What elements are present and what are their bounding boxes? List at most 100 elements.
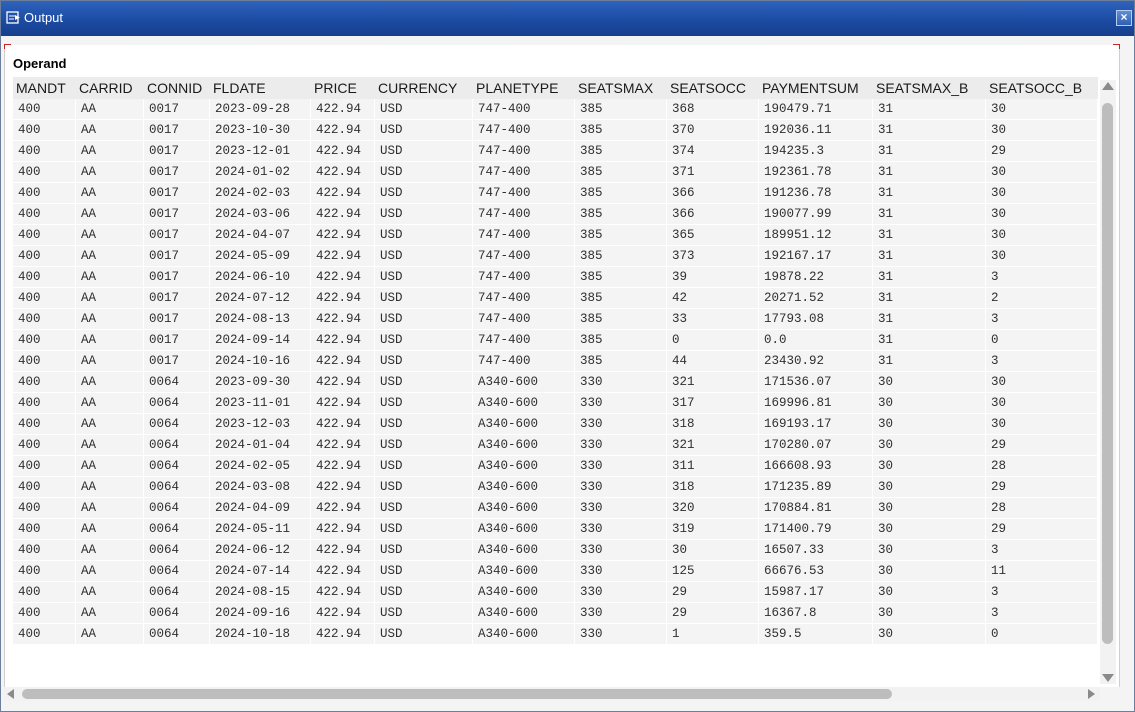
table-cell-paymentsum[interactable]: 20271.52	[759, 288, 873, 309]
table-cell-fldate[interactable]: 2023-12-01	[210, 141, 311, 162]
table-cell-fldate[interactable]: 2024-04-09	[210, 498, 311, 519]
table-row[interactable]: 400 AA 0017 2024-10-16 422.94 USD 747-400 385 44…	[13, 351, 1098, 372]
table-cell-seatsmax[interactable]: 330	[575, 603, 667, 624]
table-cell-seatsmax-b[interactable]: 31	[873, 120, 986, 141]
table-cell-seatsocc-b[interactable]: 0	[986, 330, 1098, 351]
table-cell-mandt[interactable]: 400	[13, 519, 76, 540]
table-cell-mandt[interactable]: 400	[13, 225, 76, 246]
table-cell-planetype[interactable]: A340-600	[473, 456, 575, 477]
table-cell-planetype[interactable]: A340-600	[473, 372, 575, 393]
table-row[interactable]: 400 AA 0017 2024-05-09 422.94 USD 747-400 385 37…	[13, 246, 1098, 267]
table-cell-fldate[interactable]: 2024-03-06	[210, 204, 311, 225]
table-cell-connid[interactable]: 0064	[144, 372, 210, 393]
table-cell-price[interactable]: 422.94	[311, 288, 375, 309]
table-cell-planetype[interactable]: 747-400	[473, 225, 575, 246]
table-cell-currency[interactable]: USD	[375, 603, 473, 624]
table-cell-seatsmax[interactable]: 330	[575, 498, 667, 519]
table-cell-price[interactable]: 422.94	[311, 561, 375, 582]
table-cell-seatsocc[interactable]: 321	[667, 372, 759, 393]
table-cell-planetype[interactable]: 747-400	[473, 309, 575, 330]
table-cell-currency[interactable]: USD	[375, 288, 473, 309]
table-cell-mandt[interactable]: 400	[13, 120, 76, 141]
table-cell-seatsmax[interactable]: 330	[575, 477, 667, 498]
table-cell-fldate[interactable]: 2024-01-04	[210, 435, 311, 456]
scroll-up-arrow-icon[interactable]	[1102, 82, 1114, 90]
table-cell-currency[interactable]: USD	[375, 435, 473, 456]
table-cell-planetype[interactable]: A340-600	[473, 561, 575, 582]
table-cell-planetype[interactable]: 747-400	[473, 267, 575, 288]
table-cell-mandt[interactable]: 400	[13, 288, 76, 309]
table-cell-price[interactable]: 422.94	[311, 582, 375, 603]
table-cell-planetype[interactable]: 747-400	[473, 330, 575, 351]
table-row[interactable]: 400 AA 0064 2024-06-12 422.94 USD A340-600 330 3…	[13, 540, 1098, 561]
table-cell-seatsocc-b[interactable]: 28	[986, 456, 1098, 477]
table-cell-paymentsum[interactable]: 16367.8	[759, 603, 873, 624]
table-cell-planetype[interactable]: A340-600	[473, 498, 575, 519]
table-cell-currency[interactable]: USD	[375, 372, 473, 393]
table-cell-currency[interactable]: USD	[375, 456, 473, 477]
table-cell-seatsmax-b[interactable]: 31	[873, 141, 986, 162]
table-cell-seatsocc-b[interactable]: 29	[986, 477, 1098, 498]
table-cell-mandt[interactable]: 400	[13, 99, 76, 120]
table-cell-carrid[interactable]: AA	[76, 624, 144, 645]
table-cell-fldate[interactable]: 2024-08-13	[210, 309, 311, 330]
table-cell-seatsmax-b[interactable]: 30	[873, 561, 986, 582]
table-cell-price[interactable]: 422.94	[311, 99, 375, 120]
table-cell-carrid[interactable]: AA	[76, 540, 144, 561]
table-cell-carrid[interactable]: AA	[76, 561, 144, 582]
table-cell-paymentsum[interactable]: 171235.89	[759, 477, 873, 498]
table-cell-mandt[interactable]: 400	[13, 393, 76, 414]
table-cell-seatsmax[interactable]: 385	[575, 99, 667, 120]
table-cell-seatsocc-b[interactable]: 3	[986, 351, 1098, 372]
close-button[interactable]: ×	[1116, 10, 1132, 26]
table-cell-planetype[interactable]: 747-400	[473, 288, 575, 309]
table-cell-paymentsum[interactable]: 169996.81	[759, 393, 873, 414]
table-cell-fldate[interactable]: 2024-01-02	[210, 162, 311, 183]
table-cell-mandt[interactable]: 400	[13, 204, 76, 225]
table-cell-seatsocc-b[interactable]: 30	[986, 120, 1098, 141]
table-cell-seatsmax[interactable]: 330	[575, 435, 667, 456]
table-cell-currency[interactable]: USD	[375, 309, 473, 330]
table-cell-seatsocc-b[interactable]: 29	[986, 141, 1098, 162]
table-cell-currency[interactable]: USD	[375, 183, 473, 204]
table-cell-connid[interactable]: 0017	[144, 351, 210, 372]
column-header-price[interactable]: PRICE	[311, 77, 375, 99]
table-cell-price[interactable]: 422.94	[311, 519, 375, 540]
table-cell-fldate[interactable]: 2024-06-12	[210, 540, 311, 561]
column-header-paymentsum[interactable]: PAYMENTSUM	[759, 77, 873, 99]
column-header-seatsocc[interactable]: SEATSOCC	[667, 77, 759, 99]
table-cell-mandt[interactable]: 400	[13, 561, 76, 582]
table-cell-seatsocc-b[interactable]: 3	[986, 267, 1098, 288]
table-cell-carrid[interactable]: AA	[76, 246, 144, 267]
table-cell-mandt[interactable]: 400	[13, 582, 76, 603]
table-cell-price[interactable]: 422.94	[311, 120, 375, 141]
table-cell-seatsocc[interactable]: 321	[667, 435, 759, 456]
table-cell-seatsocc[interactable]: 374	[667, 141, 759, 162]
column-header-currency[interactable]: CURRENCY	[375, 77, 473, 99]
table-cell-fldate[interactable]: 2024-07-12	[210, 288, 311, 309]
table-cell-fldate[interactable]: 2024-05-09	[210, 246, 311, 267]
table-cell-planetype[interactable]: A340-600	[473, 393, 575, 414]
table-cell-seatsocc-b[interactable]: 30	[986, 414, 1098, 435]
table-cell-carrid[interactable]: AA	[76, 99, 144, 120]
table-cell-paymentsum[interactable]: 170280.07	[759, 435, 873, 456]
horizontal-scrollbar[interactable]	[4, 687, 1100, 701]
table-cell-currency[interactable]: USD	[375, 351, 473, 372]
table-row[interactable]: 400 AA 0017 2024-03-06 422.94 USD 747-400 385 36…	[13, 204, 1098, 225]
table-cell-seatsocc[interactable]: 29	[667, 603, 759, 624]
table-cell-paymentsum[interactable]: 170884.81	[759, 498, 873, 519]
table-cell-seatsocc-b[interactable]: 30	[986, 204, 1098, 225]
scroll-down-arrow-icon[interactable]	[1102, 674, 1114, 682]
table-cell-seatsmax[interactable]: 330	[575, 561, 667, 582]
table-cell-mandt[interactable]: 400	[13, 246, 76, 267]
table-cell-fldate[interactable]: 2023-10-30	[210, 120, 311, 141]
table-cell-carrid[interactable]: AA	[76, 456, 144, 477]
table-cell-paymentsum[interactable]: 192361.78	[759, 162, 873, 183]
table-cell-paymentsum[interactable]: 15987.17	[759, 582, 873, 603]
window-titlebar[interactable]: Output ×	[1, 1, 1134, 36]
table-cell-fldate[interactable]: 2023-12-03	[210, 414, 311, 435]
table-cell-seatsmax-b[interactable]: 30	[873, 435, 986, 456]
table-cell-paymentsum[interactable]: 194235.3	[759, 141, 873, 162]
table-cell-carrid[interactable]: AA	[76, 414, 144, 435]
table-cell-paymentsum[interactable]: 17793.08	[759, 309, 873, 330]
